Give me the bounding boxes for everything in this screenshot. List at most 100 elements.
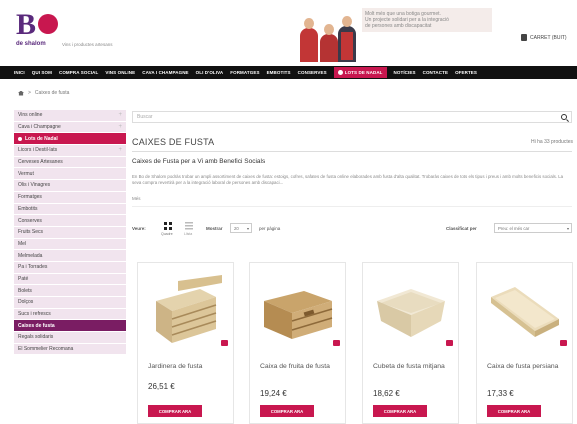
site-header: B de shalom Vins i productes artesans Mo…	[0, 0, 577, 64]
grid-view-icon[interactable]	[164, 222, 172, 230]
site-tagline: Vins i productes artesans	[62, 42, 113, 47]
search-placeholder: Buscar	[137, 114, 153, 120]
product-image[interactable]	[260, 271, 336, 347]
logo-letter: B	[16, 8, 36, 41]
buy-now-button[interactable]: COMPRAR ARA	[373, 405, 427, 417]
product-image[interactable]	[148, 271, 224, 347]
sidebar-item-label: Formatges	[18, 194, 42, 201]
sidebar-item-label: El Sommelier Recomana	[18, 346, 74, 353]
sidebar-item-fruits-secs[interactable]: Fruits Secs	[14, 226, 126, 239]
sidebar-item-label: Paté	[18, 275, 29, 282]
divider	[132, 206, 572, 207]
sidebar-item-dolcos[interactable]: Dolços	[14, 297, 126, 309]
divider	[132, 151, 572, 152]
gift-icon	[18, 136, 22, 141]
sidebar-item-formatges[interactable]: Formatges	[14, 191, 126, 204]
promo-banner[interactable]: Molt més que una botiga gourmet. Un proj…	[362, 8, 492, 32]
sidebar-item-melmelada[interactable]: Melmelada	[14, 250, 126, 262]
sidebar-item-mel[interactable]: Mel	[14, 238, 126, 251]
category-subtitle: Caixes de Fusta per a Vi amb Benefici So…	[132, 158, 266, 165]
nav-item-compra-social[interactable]: COMPRA SOCIAL	[59, 70, 98, 75]
product-card[interactable]: Cubeta de fusta mitjana 18,62 € COMPRAR …	[362, 262, 459, 424]
sidebar-item-label: Bolets	[18, 287, 32, 294]
expand-icon[interactable]: +	[118, 147, 122, 153]
sidebar-item-label: Cava i Champagne	[18, 124, 61, 131]
nav-item-noticies[interactable]: NOTÍCIES	[394, 70, 416, 75]
nav-item-contacte[interactable]: CONTACTE	[423, 70, 448, 75]
list-view-caption: Llista	[184, 232, 193, 236]
sidebar-item-label: Olis i Vinagres	[18, 182, 51, 189]
nav-item-lots-de-nadal[interactable]: LOTS DE NADAL	[333, 67, 387, 78]
show-label: Mostrar	[206, 226, 223, 231]
sidebar-item-label: Melmelada	[18, 252, 43, 259]
sidebar-item-licors[interactable]: Licors i Destil·lats +	[14, 145, 126, 157]
product-name[interactable]: Caixa de fruita de fusta	[260, 363, 340, 371]
nav-item-oli[interactable]: OLI D'OLIVA	[196, 70, 224, 75]
product-card[interactable]: Caixa de fusta persiana 17,33 € COMPRAR …	[476, 262, 573, 424]
cart-icon	[521, 34, 527, 41]
sidebar-item-regals[interactable]: Regals solidaris	[14, 332, 126, 344]
product-card[interactable]: Jardinera de fusta 26,51 € COMPRAR ARA	[137, 262, 234, 424]
compare-icon[interactable]	[560, 340, 567, 346]
product-card[interactable]: Caixa de fruita de fusta 19,24 € COMPRAR…	[249, 262, 346, 424]
nav-item-conserves[interactable]: CONSERVES	[298, 70, 327, 75]
sort-select[interactable]: Preu: el més car ▾	[494, 223, 572, 233]
sidebar-item-olis[interactable]: Olis i Vinagres	[14, 180, 126, 192]
compare-icon[interactable]	[333, 340, 340, 346]
more-link[interactable]: Més	[132, 196, 141, 201]
nav-item-vins-online[interactable]: VINS ONLINE	[105, 70, 135, 75]
sidebar-item-embotits[interactable]: Embotits	[14, 203, 126, 216]
expand-icon[interactable]: +	[118, 112, 122, 118]
category-sidebar: Vins online + Cava i Champagne + Lots de N…	[14, 110, 126, 356]
list-view-icon[interactable]	[185, 222, 193, 230]
nav-item-inici[interactable]: INICI	[14, 70, 25, 75]
buy-now-button[interactable]: COMPRAR ARA	[487, 405, 541, 417]
nav-item-embotits[interactable]: EMBOTITS	[267, 70, 291, 75]
product-name[interactable]: Cubeta de fusta mitjana	[373, 363, 453, 371]
cart-link[interactable]: CARRET (BUIT)	[521, 34, 567, 41]
search-icon[interactable]	[561, 114, 567, 120]
gift-icon	[337, 70, 343, 75]
search-input[interactable]: Buscar	[132, 111, 572, 123]
sidebar-item-lots-de-nadal[interactable]: Lots de Nadal	[14, 133, 126, 146]
sidebar-item-label: Cerveses Artesanes	[18, 159, 63, 166]
sidebar-item-cerveses[interactable]: Cerveses Artesanes	[14, 156, 126, 169]
expand-icon[interactable]: +	[118, 124, 122, 130]
home-icon[interactable]	[18, 90, 24, 96]
nav-item-cava[interactable]: CAVA I CHAMPAGNE	[142, 70, 188, 75]
product-name[interactable]: Jardinera de fusta	[148, 363, 228, 371]
sidebar-item-caixes-de-fusta[interactable]: Caixes de fusta	[14, 320, 126, 333]
sidebar-item-sucs[interactable]: Sucs i refrescs	[14, 308, 126, 321]
sidebar-item-conserves[interactable]: Conserves	[14, 215, 126, 227]
category-description: En Bo de Shalom podràs trobar un ampli a…	[132, 174, 572, 186]
buy-now-button[interactable]: COMPRAR ARA	[260, 405, 314, 417]
product-image[interactable]	[373, 271, 449, 347]
nav-item-ofertes[interactable]: OFERTES	[455, 70, 477, 75]
breadcrumb-current: Caixes de fusta	[34, 90, 70, 96]
per-page-suffix: per pàgina	[259, 226, 281, 231]
staff-photo	[298, 12, 360, 62]
nav-item-formatges[interactable]: FORMATGES	[230, 70, 259, 75]
sidebar-item-cava[interactable]: Cava i Champagne +	[14, 121, 126, 134]
per-page-value: 20	[234, 225, 239, 231]
compare-icon[interactable]	[446, 340, 453, 346]
sidebar-item-sommelier[interactable]: El Sommelier Recomana	[14, 343, 126, 356]
compare-icon[interactable]	[221, 340, 228, 346]
sidebar-item-pate[interactable]: Paté	[14, 273, 126, 286]
nav-item-label: LOTS DE NADAL	[344, 70, 383, 75]
buy-now-button[interactable]: COMPRAR ARA	[148, 405, 202, 417]
sort-label: Classificat per	[446, 226, 477, 231]
sidebar-item-vins-online[interactable]: Vins online +	[14, 110, 126, 122]
sidebar-item-label: Vins online	[18, 112, 43, 119]
product-image[interactable]	[487, 271, 563, 347]
product-name[interactable]: Caixa de fusta persiana	[487, 363, 567, 371]
per-page-select[interactable]: 20 ▾	[230, 223, 252, 233]
breadcrumb: > Caixes de fusta	[18, 90, 69, 96]
product-count: Hi ha 33 productes	[531, 139, 573, 145]
sidebar-item-label: Regals solidaris	[18, 334, 54, 341]
nav-item-qui-som[interactable]: QUI SOM	[32, 70, 52, 75]
sidebar-item-label: Caixes de fusta	[18, 322, 55, 329]
sidebar-item-vermut[interactable]: Vermut	[14, 168, 126, 181]
sidebar-item-bolets[interactable]: Bolets	[14, 285, 126, 297]
sidebar-item-pa[interactable]: Pa i Torrades	[14, 261, 126, 274]
